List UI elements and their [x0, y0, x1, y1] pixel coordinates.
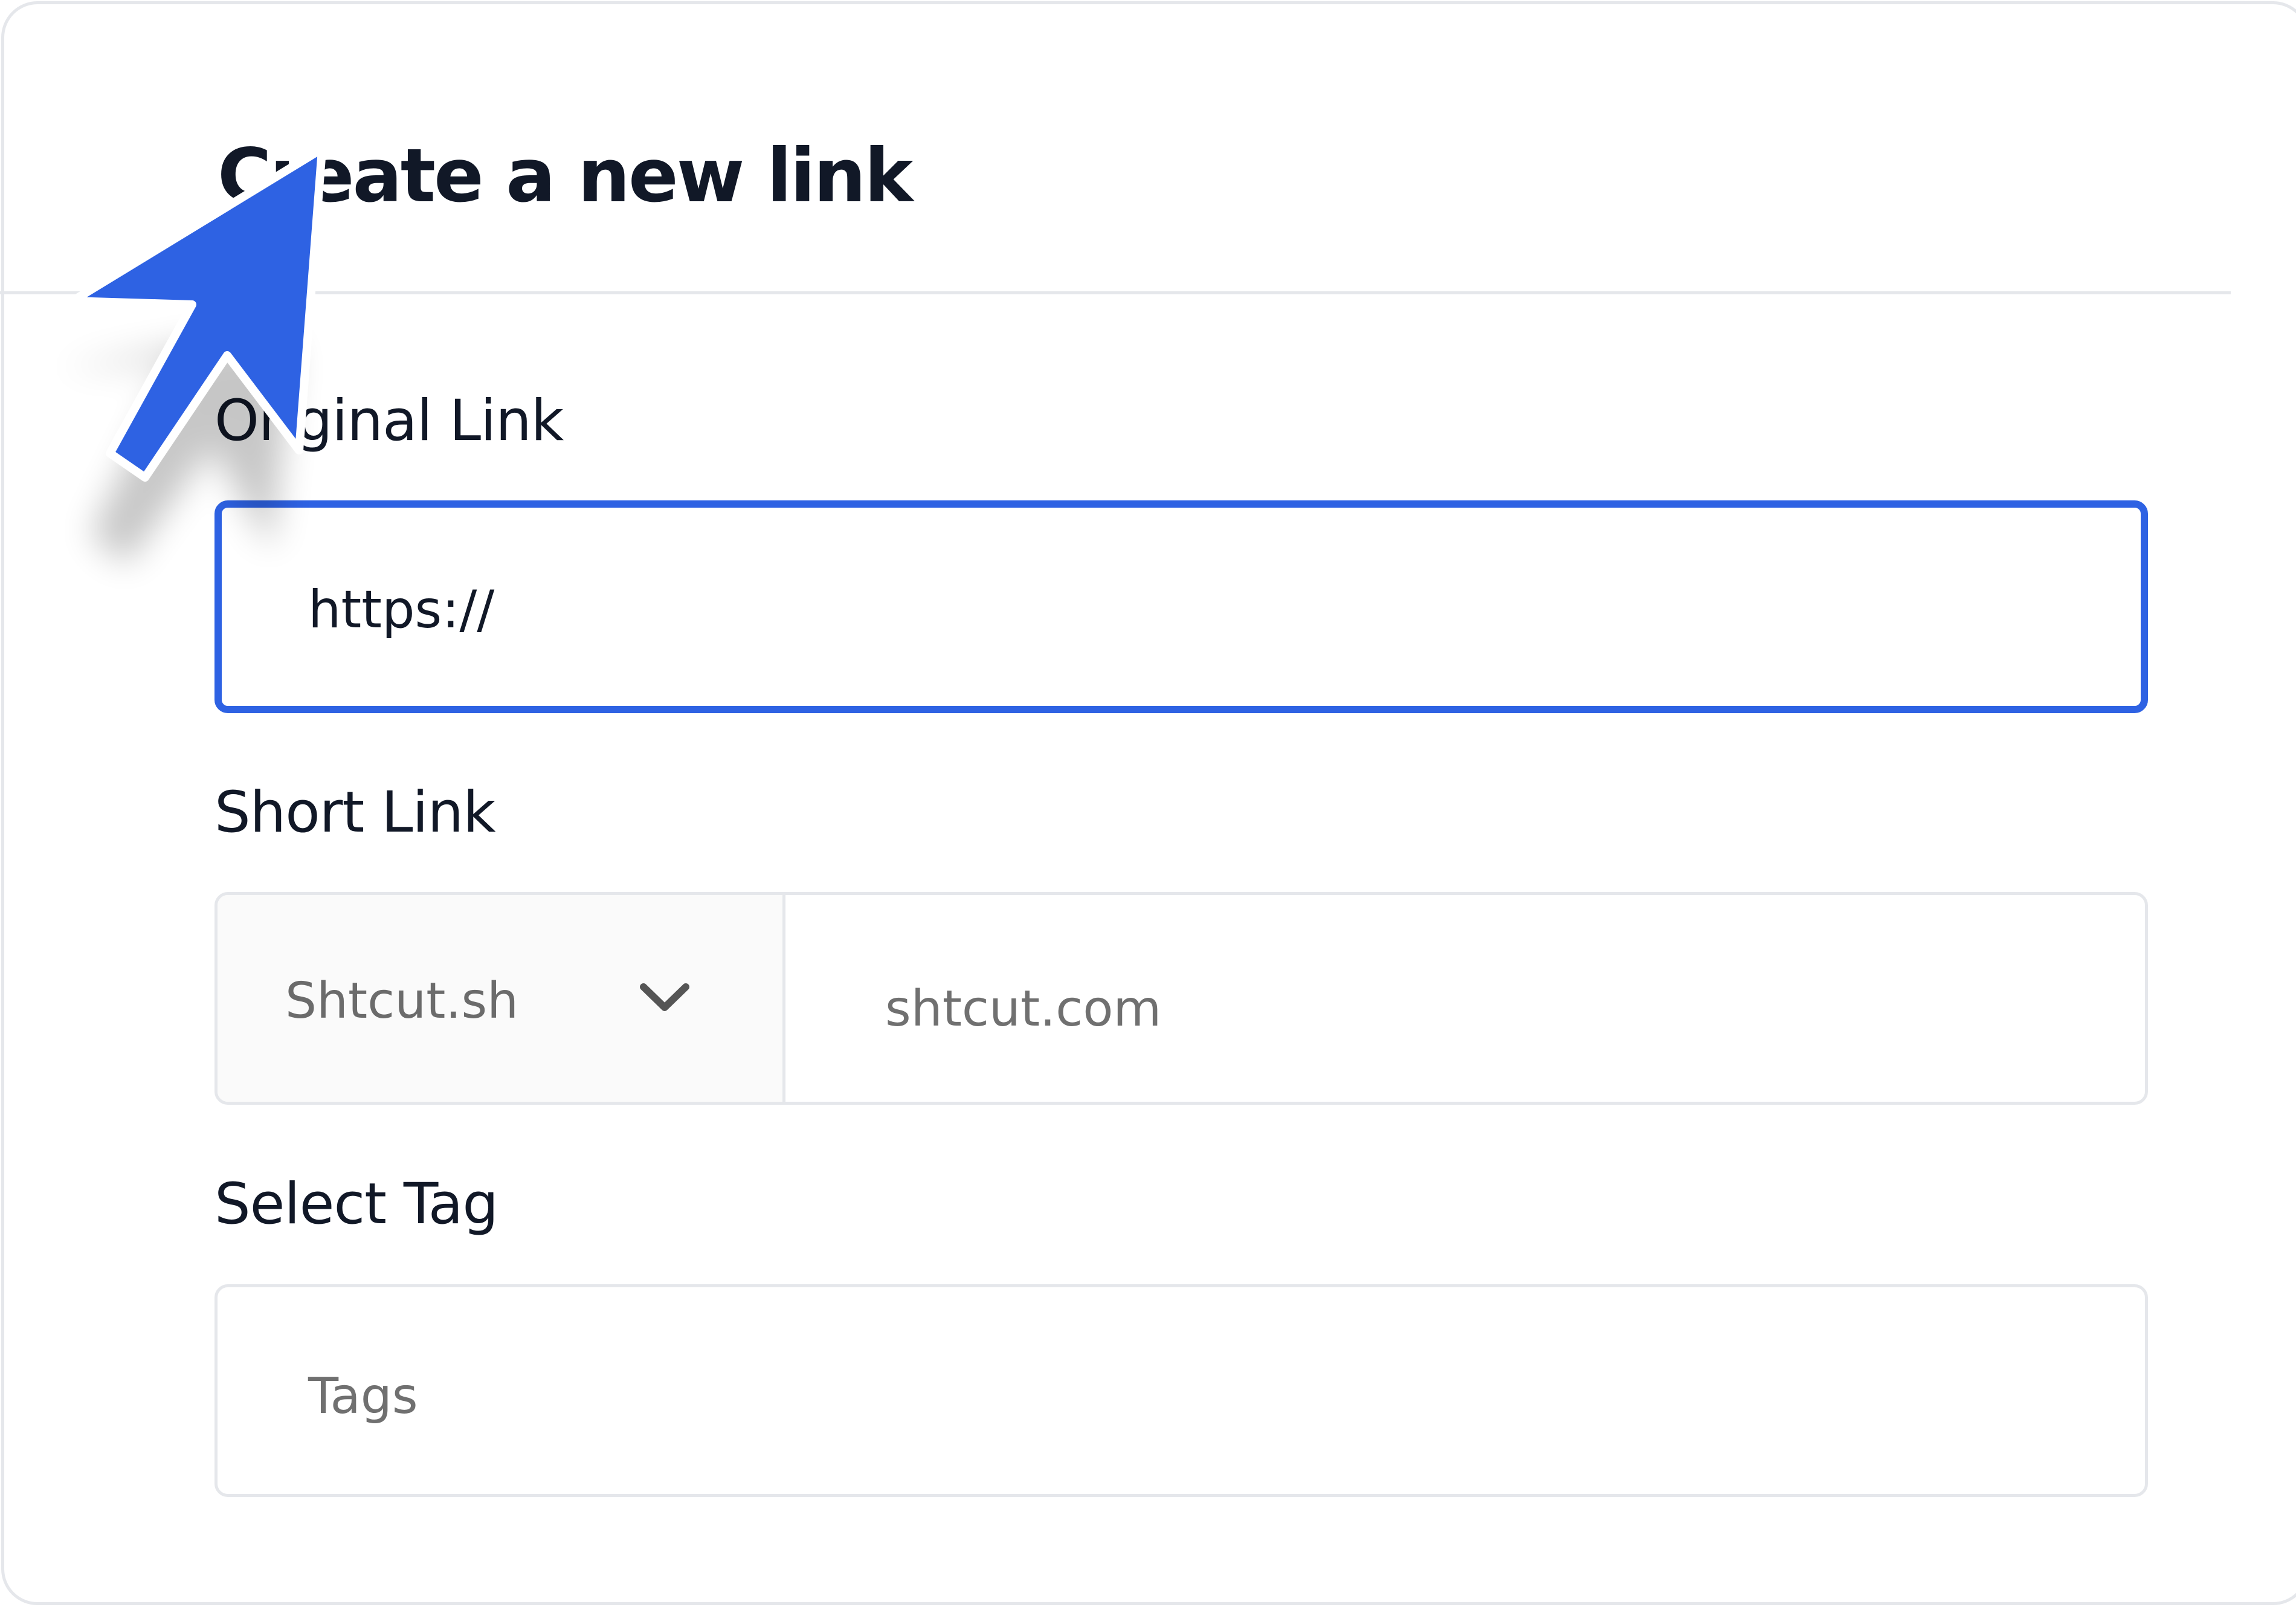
short-link-label: Short Link — [214, 780, 496, 845]
mouse-cursor-icon — [57, 146, 326, 565]
domain-select[interactable]: Shtcut.sh — [218, 895, 785, 1102]
original-link-input[interactable]: https:// — [214, 500, 2148, 713]
select-tag-label: Select Tag — [214, 1171, 498, 1237]
tags-input[interactable]: Tags — [214, 1284, 2148, 1497]
tags-placeholder: Tags — [308, 1368, 418, 1425]
chevron-down-icon — [640, 983, 689, 1011]
short-link-group: Shtcut.sh shtcut.com — [214, 892, 2148, 1105]
domain-select-value: Shtcut.sh — [285, 972, 519, 1030]
short-alias-placeholder: shtcut.com — [885, 980, 1162, 1038]
original-link-value: https:// — [308, 580, 495, 640]
